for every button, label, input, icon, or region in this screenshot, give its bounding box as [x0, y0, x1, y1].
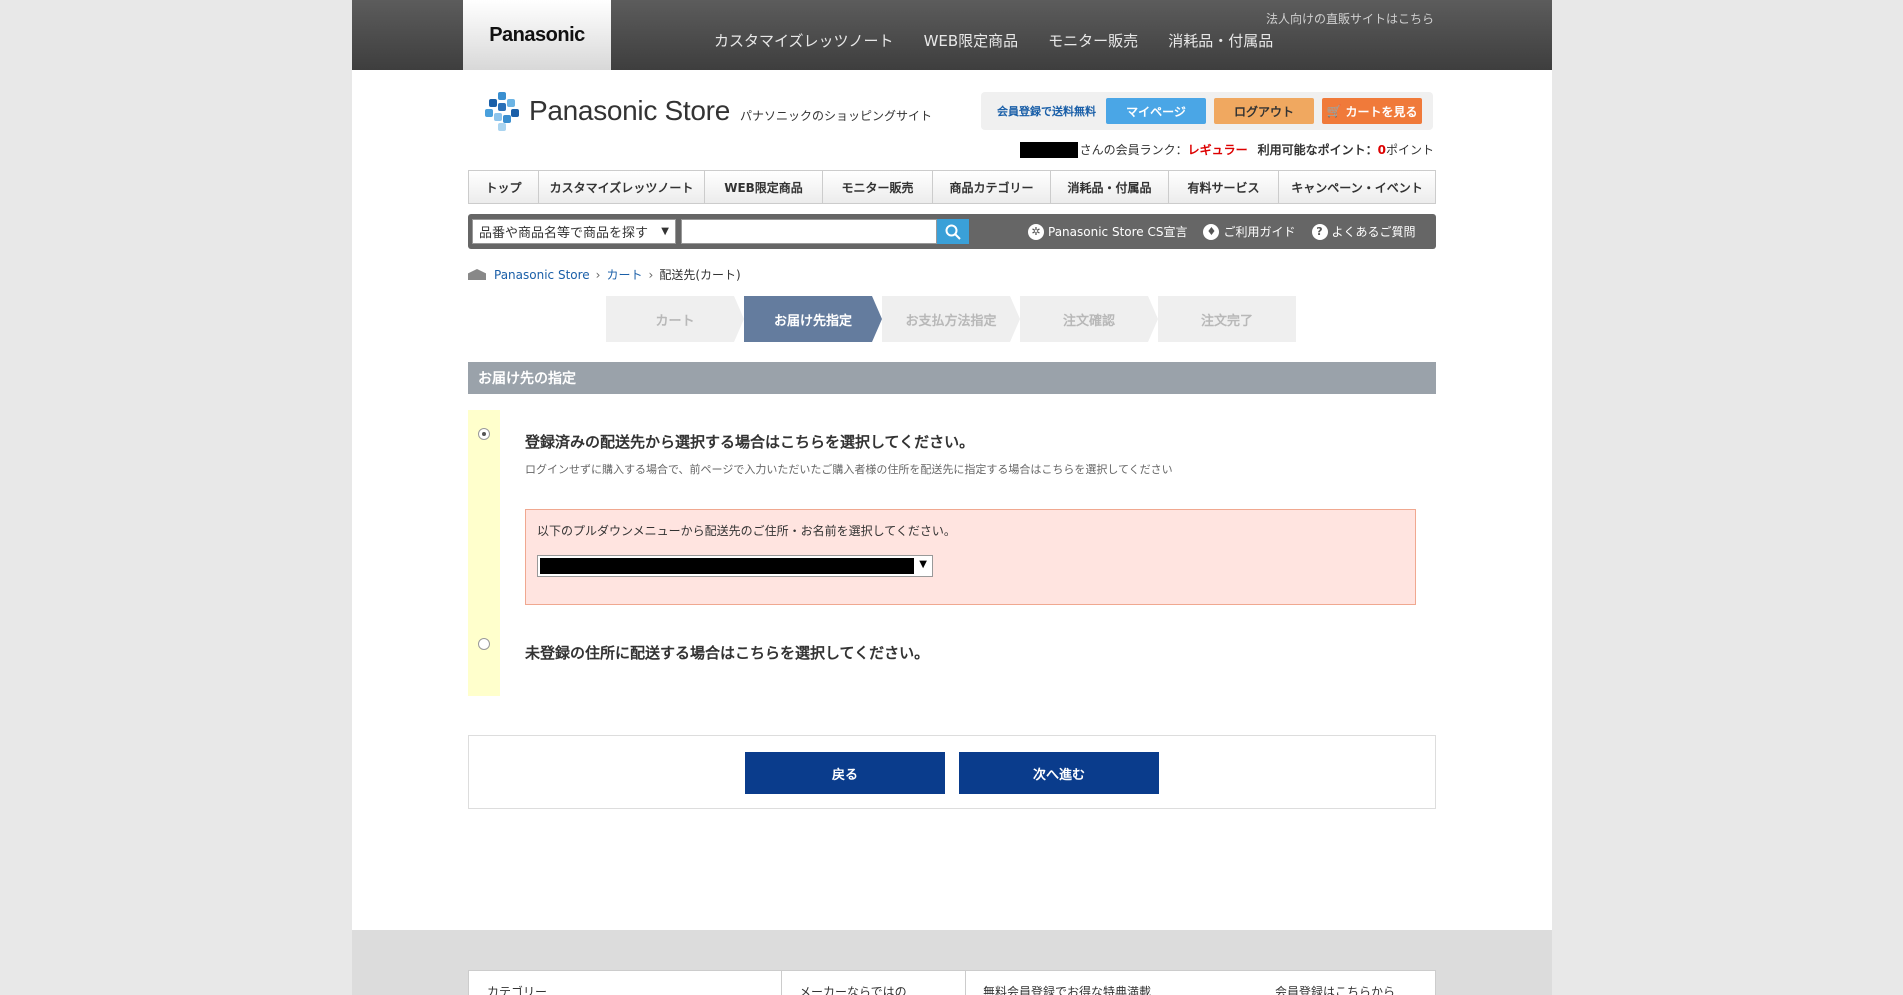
main-nav-item[interactable]: 消耗品・付属品: [1051, 171, 1169, 203]
top-nav-supplies[interactable]: 消耗品・付属品: [1168, 30, 1273, 51]
main-nav-item[interactable]: 有料サービス: [1169, 171, 1279, 203]
footer-register-link[interactable]: 会員登録はこちらから: [1275, 983, 1395, 995]
option-registered-desc: ログインせずに購入する場合で、前ページで入力いただいたご購入者様の住所を配送先に…: [525, 463, 1173, 476]
next-button[interactable]: 次へ進む: [959, 752, 1159, 794]
footer-divider: [781, 971, 782, 995]
main-nav-item[interactable]: 商品カテゴリー: [933, 171, 1051, 203]
mypage-button[interactable]: マイページ: [1106, 98, 1206, 124]
main-nav-item[interactable]: モニター販売: [823, 171, 933, 203]
breadcrumb-cart[interactable]: カート: [606, 266, 642, 283]
section-title: お届け先の指定: [468, 362, 1436, 394]
back-button[interactable]: 戻る: [745, 752, 945, 794]
top-nav-web-limited[interactable]: WEB限定商品: [924, 30, 1019, 51]
store-logo[interactable]: Panasonic Store パナソニックのショッピングサイト: [485, 92, 932, 131]
option-registered-title: 登録済みの配送先から選択する場合はこちらを選択してください。: [525, 433, 975, 451]
radio-registered-address[interactable]: [478, 428, 490, 440]
corporate-link[interactable]: 法人向けの直販サイトはこちら: [1266, 10, 1434, 27]
link-faq[interactable]: ? よくあるご質問: [1311, 223, 1416, 240]
radio-new-address[interactable]: [478, 638, 490, 650]
points-label: 利用可能なポイント：: [1257, 143, 1378, 157]
footer-member-benefits: 無料会員登録でお得な特典満載: [983, 985, 1152, 995]
main-nav: トップ カスタマイズレッツノート WEB限定商品 モニター販売 商品カテゴリー 消耗品・付…: [468, 170, 1436, 204]
cart-button[interactable]: 🛒 カートを見る: [1322, 98, 1422, 124]
breadcrumb-store[interactable]: Panasonic Store: [494, 268, 590, 282]
store-name: Panasonic Store: [529, 95, 730, 126]
link-cs-label: Panasonic Store CS宣言: [1048, 225, 1188, 239]
free-shipping-link[interactable]: 会員登録で送料無料: [997, 103, 1096, 119]
top-nav: カスタマイズレッツノート WEB限定商品 モニター販売 消耗品・付属品: [714, 30, 1273, 51]
address-select-label: 以下のプルダウンメニューから配送先のご住所・お名前を選択してください。: [537, 524, 956, 538]
address-select-box: 以下のプルダウンメニューから配送先のご住所・お名前を選択してください。 ▼: [525, 509, 1416, 605]
search-links: ✲ Panasonic Store CS宣言 ♦ ご利用ガイド ? よくあるご質…: [1028, 223, 1416, 240]
search-input[interactable]: [681, 219, 937, 244]
footer-divider: [965, 971, 966, 995]
step-delivery: お届け先指定: [744, 296, 882, 342]
member-rank: レギュラー: [1187, 143, 1248, 157]
search-button[interactable]: [937, 219, 969, 244]
top-nav-customize[interactable]: カスタマイズレッツノート: [714, 30, 894, 51]
link-cs-declaration[interactable]: ✲ Panasonic Store CS宣言: [1028, 223, 1187, 240]
cart-button-label: カートを見る: [1345, 104, 1418, 119]
footer: カテゴリー メーカーならではの 無料会員登録でお得な特典満載 会員登録はこちらか…: [352, 930, 1552, 995]
breadcrumb: Panasonic Store › カート › 配送先(カート): [468, 266, 741, 283]
footer-maker[interactable]: メーカーならではの: [799, 983, 907, 995]
address-select[interactable]: ▼: [537, 555, 933, 577]
breadcrumb-current: 配送先(カート): [659, 268, 741, 282]
link-guide[interactable]: ♦ ご利用ガイド: [1203, 223, 1296, 240]
page: Panasonic カスタマイズレッツノート WEB限定商品 モニター販売 消耗…: [352, 0, 1552, 995]
search-bar: 品番や商品名等で商品を探す ▼ ✲ Panasonic Store CS宣言 ♦…: [468, 214, 1436, 249]
chevron-right-icon: ›: [648, 267, 654, 282]
step-cart: カート: [606, 296, 744, 342]
home-icon: [468, 269, 486, 280]
main-nav-item[interactable]: トップ: [469, 171, 539, 203]
caret-down-icon: ▼: [661, 226, 669, 237]
checkout-steps: カート お届け先指定 お支払方法指定 注文確認 注文完了: [606, 296, 1296, 342]
store-logo-icon: [485, 92, 519, 131]
store-subtitle: パナソニックのショッピングサイト: [739, 108, 932, 123]
step-complete: 注文完了: [1158, 296, 1296, 342]
search-icon: [945, 224, 961, 240]
top-nav-monitor[interactable]: モニター販売: [1048, 30, 1138, 51]
link-guide-label: ご利用ガイド: [1223, 225, 1296, 239]
footer-box: カテゴリー メーカーならではの 無料会員登録でお得な特典満載 会員登録はこちらか…: [468, 970, 1436, 995]
option-new-title: 未登録の住所に配送する場合はこちらを選択してください。: [525, 644, 930, 662]
logout-button[interactable]: ログアウト: [1214, 98, 1314, 124]
member-rank-line: さんの会員ランク： レギュラー 利用可能なポイント： 0 ポイント: [1019, 141, 1434, 158]
step-confirm: 注文確認: [1020, 296, 1158, 342]
step-payment: お支払方法指定: [882, 296, 1020, 342]
rank-suffix: さんの会員ランク：: [1079, 143, 1188, 157]
chevron-right-icon: ›: [595, 267, 601, 282]
main-nav-item[interactable]: カスタマイズレッツノート: [539, 171, 705, 203]
member-box: 会員登録で送料無料 マイページ ログアウト 🛒 カートを見る: [981, 92, 1433, 130]
points-unit: ポイント: [1385, 143, 1434, 157]
action-buttons-box: 戻る 次へ進む: [468, 735, 1436, 809]
radio-column: [468, 410, 500, 696]
redacted-address: [540, 558, 914, 574]
panasonic-cs-icon: ✲: [1028, 223, 1044, 240]
redacted-username: [1019, 141, 1078, 158]
guide-icon: ♦: [1203, 223, 1220, 240]
main-nav-item[interactable]: WEB限定商品: [705, 171, 823, 203]
search-category-value: 品番や商品名等で商品を探す: [479, 226, 649, 241]
main-nav-item[interactable]: キャンペーン・イベント: [1279, 171, 1435, 203]
footer-category[interactable]: カテゴリー: [487, 983, 547, 995]
link-faq-label: よくあるご質問: [1331, 225, 1416, 239]
panasonic-logo[interactable]: Panasonic: [463, 0, 611, 70]
question-icon: ?: [1311, 223, 1328, 240]
search-category-select[interactable]: 品番や商品名等で商品を探す ▼: [472, 219, 676, 244]
points-value: 0: [1377, 142, 1386, 157]
top-bar: Panasonic カスタマイズレッツノート WEB限定商品 モニター販売 消耗…: [352, 0, 1552, 70]
caret-down-icon: ▼: [919, 559, 927, 570]
cart-icon: 🛒: [1326, 104, 1342, 118]
